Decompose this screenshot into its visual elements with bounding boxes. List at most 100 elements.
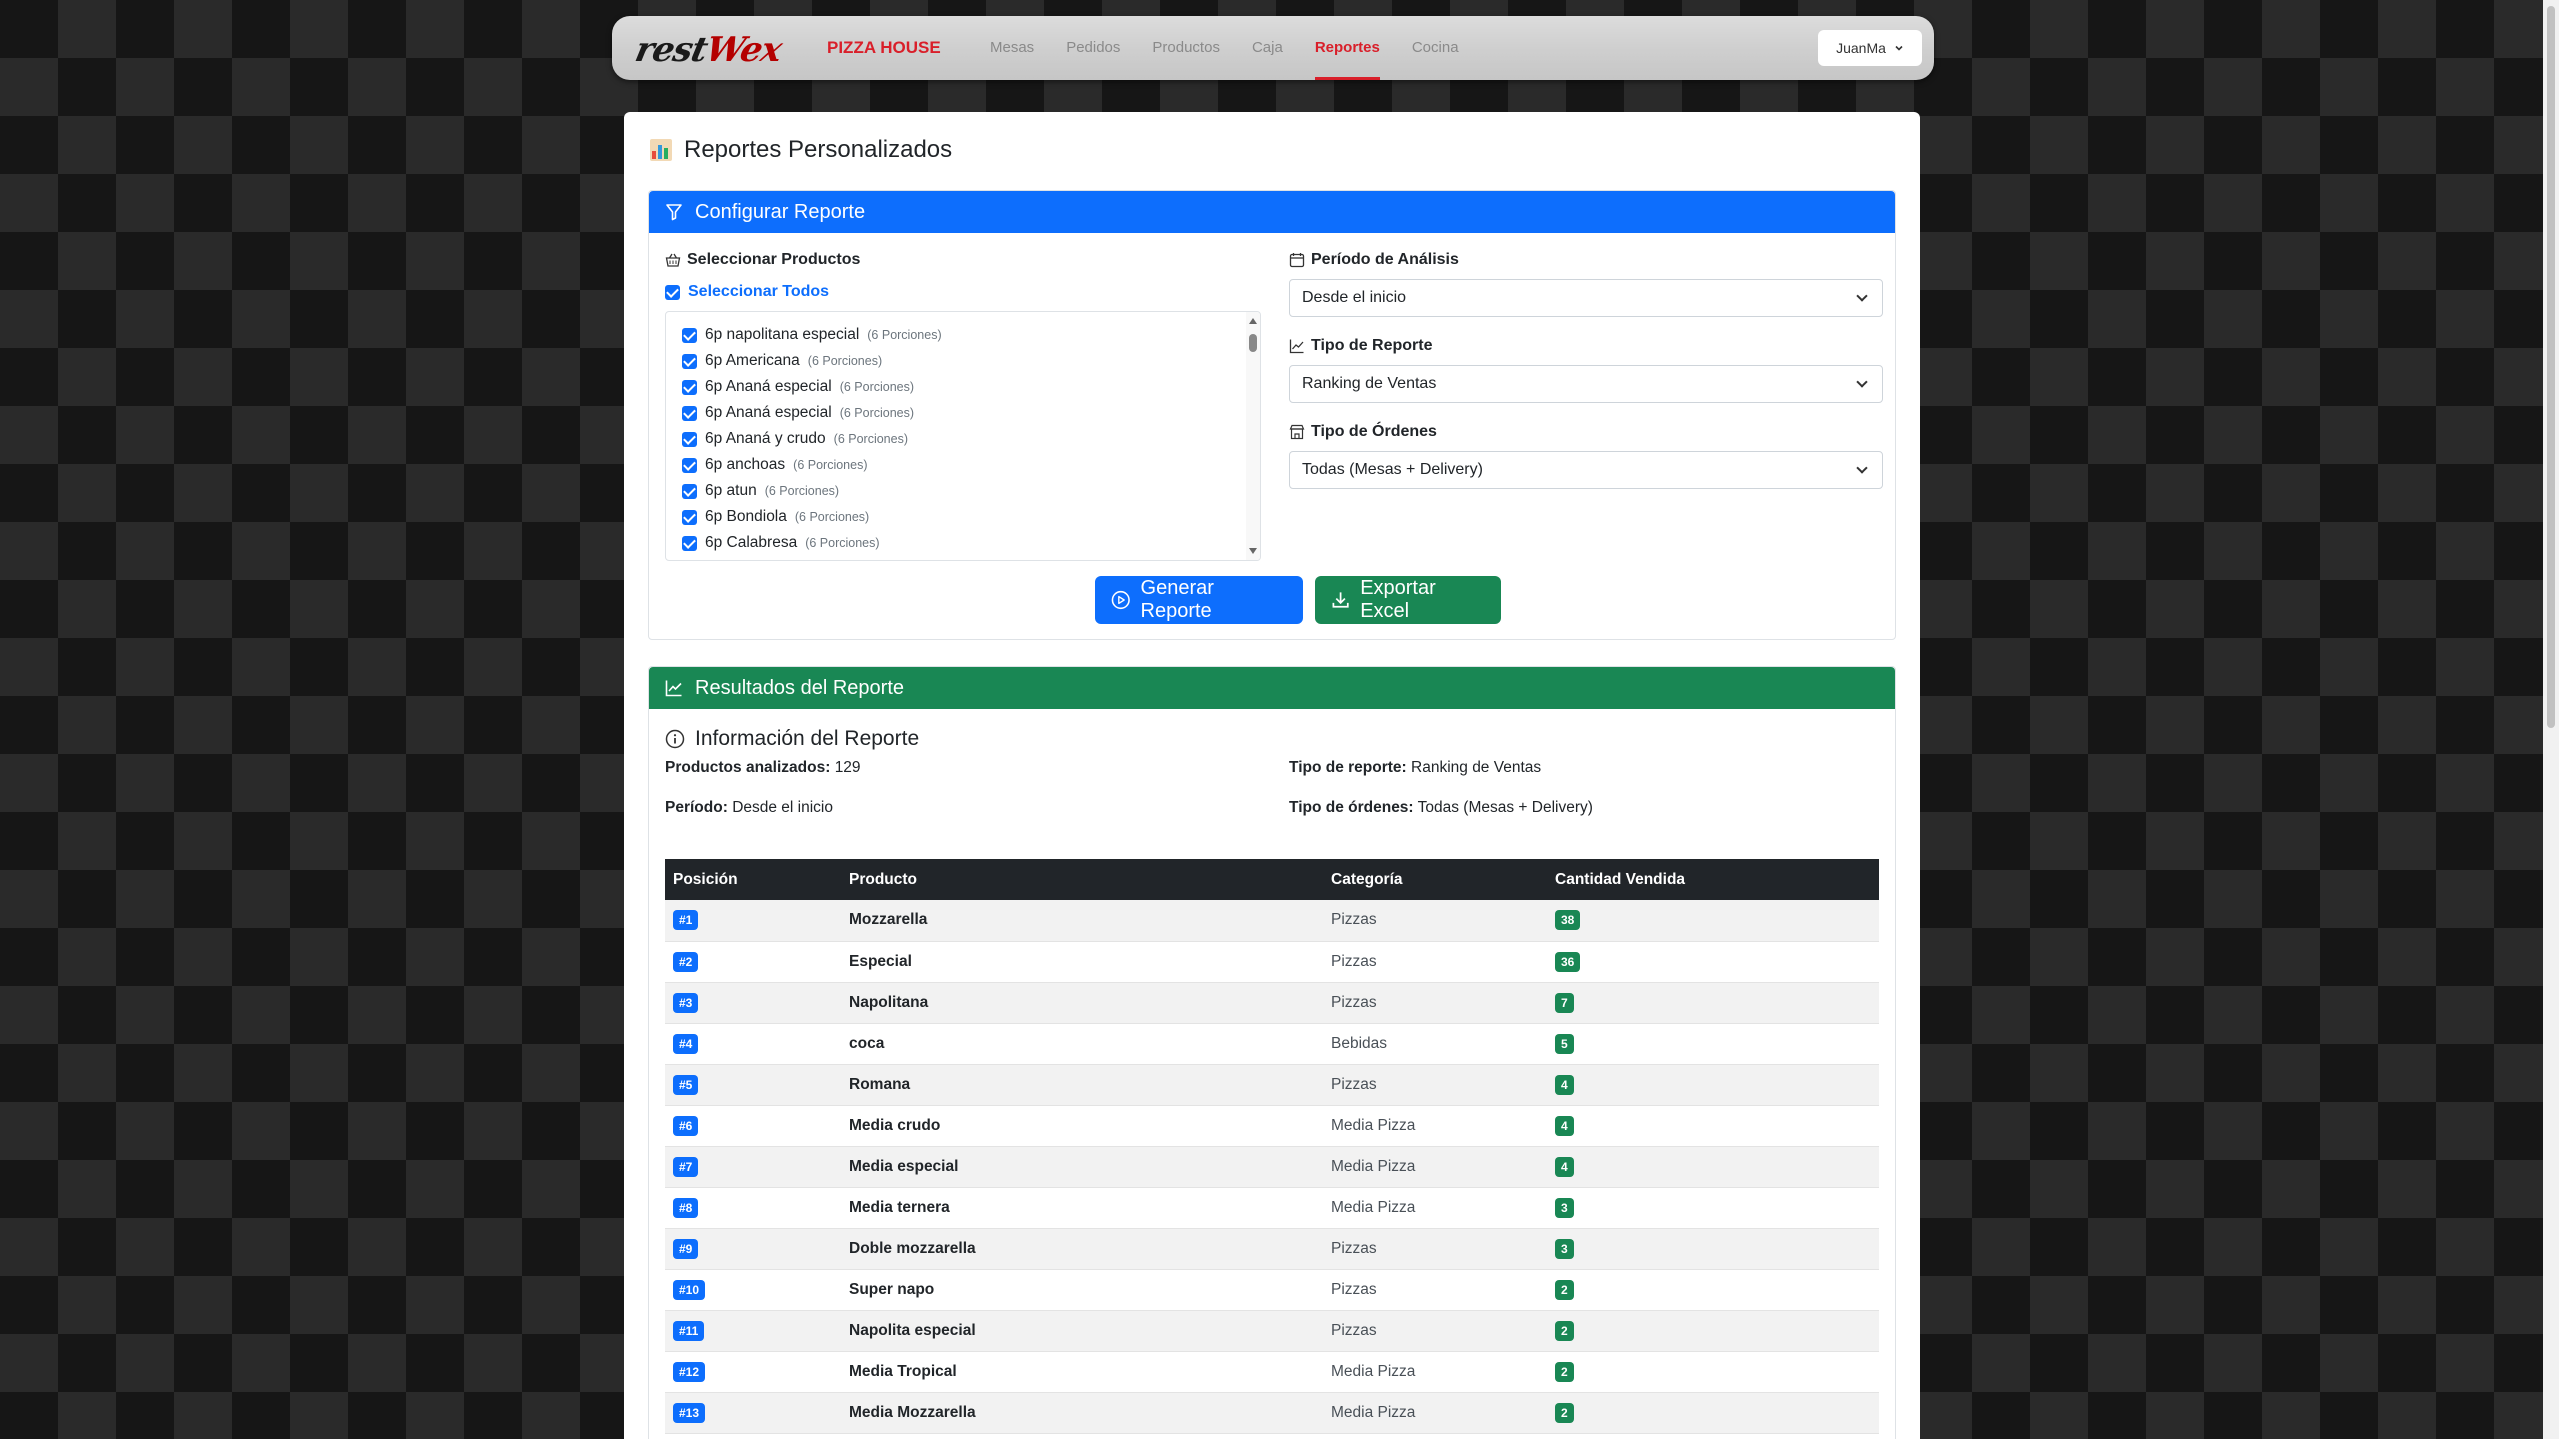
results-header: Resultados del Reporte bbox=[649, 667, 1895, 709]
download-icon bbox=[1332, 592, 1349, 608]
graph-up-icon bbox=[1289, 339, 1304, 354]
position-badge: #2 bbox=[673, 951, 699, 972]
chevron-down-icon bbox=[1856, 462, 1868, 474]
quantity-badge: 4 bbox=[1555, 1115, 1574, 1136]
checkbox-checked-icon[interactable] bbox=[682, 457, 697, 473]
scroll-down-icon[interactable] bbox=[1249, 548, 1257, 554]
chevron-down-icon bbox=[1856, 290, 1868, 302]
product-list-scrollbar[interactable] bbox=[1246, 312, 1260, 560]
product-list[interactable]: 6p napolitana especial (6 Porciones) 6p A… bbox=[665, 311, 1261, 561]
period-label: Período de Análisis bbox=[1289, 251, 1459, 269]
position-cell: #4 bbox=[665, 1023, 841, 1065]
scroll-thumb[interactable] bbox=[1249, 334, 1257, 352]
orders-type-select[interactable]: Todas (Mesas + Delivery) bbox=[1289, 451, 1883, 489]
product-option[interactable]: 6p anchoas (6 Porciones) bbox=[682, 456, 868, 474]
product-cell: Napolitana bbox=[841, 982, 1323, 1024]
orders-type: Tipo de órdenes: Todas (Mesas + Delivery… bbox=[1289, 799, 1593, 816]
product-cell: coca bbox=[841, 1023, 1323, 1065]
main-content: Reportes Personalizados Configurar Repor… bbox=[624, 112, 1920, 1439]
nav-link-productos[interactable]: Productos bbox=[1136, 16, 1236, 80]
quantity-cell: 4 bbox=[1547, 1064, 1879, 1106]
report-type-select[interactable]: Ranking de Ventas bbox=[1289, 365, 1883, 403]
quantity-cell: 2 bbox=[1547, 1310, 1879, 1352]
table-row: #6 Media crudo Media Pizza 4 bbox=[665, 1105, 1879, 1147]
app-logo[interactable]: restWex bbox=[632, 30, 785, 70]
table-row: #7 Media especial Media Pizza 4 bbox=[665, 1146, 1879, 1188]
category-cell: Pizzas bbox=[1323, 1064, 1547, 1106]
generate-report-button[interactable]: Generar Reporte bbox=[1095, 576, 1303, 624]
product-option[interactable]: 6p Calabresa (6 Porciones) bbox=[682, 534, 880, 552]
product-option[interactable]: 6p napolitana especial (6 Porciones) bbox=[682, 326, 942, 344]
product-option[interactable]: 6p Ananá especial (6 Porciones) bbox=[682, 378, 914, 396]
quantity-cell: 4 bbox=[1547, 1105, 1879, 1147]
product-option[interactable]: 6p Bondiola (6 Porciones) bbox=[682, 508, 869, 526]
column-header: Producto bbox=[841, 859, 1323, 900]
product-option[interactable]: 6p Ananá y crudo (6 Porciones) bbox=[682, 430, 908, 448]
position-badge: #8 bbox=[673, 1197, 699, 1218]
page-title: Reportes Personalizados bbox=[650, 136, 952, 164]
table-row: #4 coca Bebidas 5 bbox=[665, 1023, 1879, 1065]
position-cell: #11 bbox=[665, 1310, 841, 1352]
table-row: #8 Media ternera Media Pizza 3 bbox=[665, 1187, 1879, 1229]
table-row: #5 Romana Pizzas 4 bbox=[665, 1064, 1879, 1106]
orders-type-label: Tipo de Órdenes bbox=[1289, 423, 1437, 441]
category-cell: Media Pizza bbox=[1323, 1105, 1547, 1147]
table-row: #2 Especial Pizzas 36 bbox=[665, 941, 1879, 983]
nav-link-pedidos[interactable]: Pedidos bbox=[1050, 16, 1136, 80]
column-header: Cantidad Vendida bbox=[1547, 859, 1879, 900]
scroll-up-icon[interactable] bbox=[1249, 318, 1257, 324]
position-badge: #1 bbox=[673, 910, 699, 931]
table-row: #10 Super napo Pizzas 2 bbox=[665, 1269, 1879, 1311]
select-all-checkbox[interactable]: Seleccionar Todos bbox=[665, 283, 829, 301]
quantity-cell: 2 bbox=[1547, 1392, 1879, 1434]
quantity-cell: 5 bbox=[1547, 1023, 1879, 1065]
product-cell: Media Tropical bbox=[841, 1351, 1323, 1393]
checkbox-checked-icon[interactable] bbox=[665, 284, 680, 300]
report-type: Tipo de reporte: Ranking de Ventas bbox=[1289, 759, 1542, 776]
graph-up-icon bbox=[665, 680, 682, 697]
category-cell: Pizzas bbox=[1323, 900, 1547, 942]
quantity-cell: 4 bbox=[1547, 1146, 1879, 1188]
checkbox-checked-icon[interactable] bbox=[682, 535, 697, 551]
table-row: #11 Napolita especial Pizzas 2 bbox=[665, 1310, 1879, 1352]
category-cell: Pizzas bbox=[1323, 1310, 1547, 1352]
period-select[interactable]: Desde el inicio bbox=[1289, 279, 1883, 317]
category-cell: Media Pizza bbox=[1323, 1351, 1547, 1393]
shop-icon bbox=[1289, 424, 1305, 440]
product-option[interactable]: 6p Americana (6 Porciones) bbox=[682, 352, 882, 370]
nav-link-caja[interactable]: Caja bbox=[1236, 16, 1299, 80]
table-row: #12 Media Tropical Media Pizza 2 bbox=[665, 1351, 1879, 1393]
category-cell: Media Pizza bbox=[1323, 1187, 1547, 1229]
checkbox-checked-icon[interactable] bbox=[682, 405, 697, 421]
page-scroll-thumb[interactable] bbox=[2547, 6, 2555, 728]
quantity-badge: 4 bbox=[1555, 1156, 1574, 1177]
quantity-cell: 2 bbox=[1547, 1351, 1879, 1393]
product-cell: Media especial bbox=[841, 1146, 1323, 1188]
page-scrollbar[interactable] bbox=[2543, 0, 2559, 1439]
info-circle-icon bbox=[665, 729, 685, 749]
checkbox-checked-icon[interactable] bbox=[682, 353, 697, 369]
table-row: #1 Mozzarella Pizzas 38 bbox=[665, 900, 1879, 942]
nav-link-cocina[interactable]: Cocina bbox=[1396, 16, 1475, 80]
report-info-title: Información del Reporte bbox=[665, 727, 919, 751]
export-excel-button[interactable]: Exportar Excel bbox=[1315, 576, 1501, 624]
category-cell: Media Pizza bbox=[1323, 1146, 1547, 1188]
product-option[interactable]: 6p atun (6 Porciones) bbox=[682, 482, 839, 500]
checkbox-checked-icon[interactable] bbox=[682, 483, 697, 499]
position-cell: #6 bbox=[665, 1105, 841, 1147]
checkbox-checked-icon[interactable] bbox=[682, 379, 697, 395]
product-option[interactable]: 6p Ananá especial (6 Porciones) bbox=[682, 404, 914, 422]
category-cell: Pizzas bbox=[1323, 941, 1547, 983]
quantity-badge: 36 bbox=[1555, 951, 1581, 972]
quantity-cell: 36 bbox=[1547, 941, 1879, 983]
checkbox-checked-icon[interactable] bbox=[682, 327, 697, 343]
products-label: Seleccionar Productos bbox=[665, 251, 860, 269]
nav-link-mesas[interactable]: Mesas bbox=[974, 16, 1050, 80]
quantity-cell: 2 bbox=[1547, 1269, 1879, 1311]
user-menu-button[interactable]: JuanMa bbox=[1818, 30, 1922, 66]
checkbox-checked-icon[interactable] bbox=[682, 431, 697, 447]
checkbox-checked-icon[interactable] bbox=[682, 509, 697, 525]
report-period: Período: Desde el inicio bbox=[665, 799, 833, 816]
restaurant-brand[interactable]: PIZZA HOUSE bbox=[827, 38, 941, 58]
nav-link-reportes[interactable]: Reportes bbox=[1299, 16, 1396, 80]
